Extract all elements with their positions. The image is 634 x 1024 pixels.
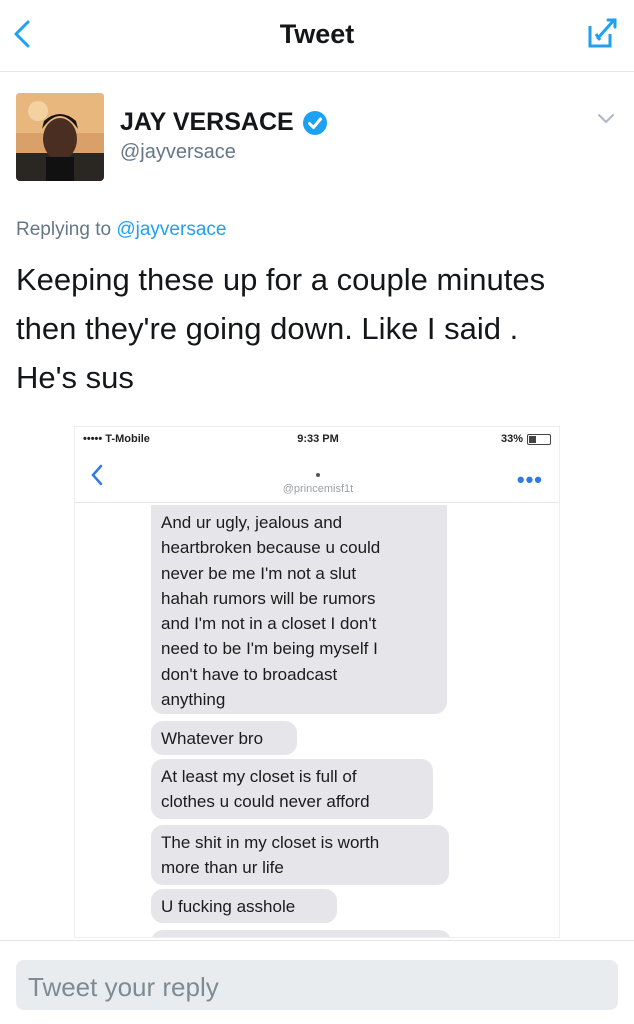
reply-input[interactable]: Tweet your reply — [16, 960, 618, 1010]
attached-screenshot[interactable]: ••••• T-Mobile 9:33 PM 33% @princemisf1t… — [74, 426, 560, 938]
status-time: 9:33 PM — [297, 433, 339, 445]
message-line: And ur ugly, jealous and — [161, 513, 343, 532]
contact-name: @princemisf1t — [282, 483, 354, 495]
reply-placeholder: Tweet your reply — [28, 972, 219, 1002]
message-line: At least my closet is full of — [161, 767, 357, 786]
message-line: and I'm not in a closet I don't — [161, 614, 377, 634]
user-handle[interactable]: @jayversace — [120, 141, 236, 164]
compose-icon[interactable] — [584, 14, 620, 50]
message-line: The shit in my closet is worth — [161, 833, 380, 852]
message-line: hahah rumors will be rumors — [161, 588, 376, 608]
message-line: anything — [161, 690, 226, 710]
tweet-text-line: He's sus — [16, 360, 134, 395]
tweet-text: Keeping these up for a couple minutes th… — [16, 255, 616, 402]
battery-icon — [527, 433, 551, 445]
page-title: Tweet — [279, 19, 355, 49]
verified-badge-icon — [302, 110, 328, 136]
messages-header: @princemisf1t ••• — [75, 451, 559, 503]
navigation-bar: Tweet — [0, 0, 634, 72]
divider — [0, 940, 634, 941]
message-line: Whatever bro — [161, 729, 264, 748]
battery-percent: 33% — [500, 433, 523, 445]
tweet-text-line: Keeping these up for a couple minutes — [16, 262, 546, 297]
avatar[interactable] — [16, 93, 104, 181]
message-line: don't have to broadcast — [161, 664, 338, 684]
replying-prefix: Replying to — [16, 219, 112, 240]
tweet-text-line: then they're going down. Like I said . — [16, 311, 519, 346]
message-line: U fucking asshole — [161, 897, 296, 916]
message-line: heartbroken because u could — [161, 538, 381, 558]
message-bubble: And ur ugly, jealous and heartbroken bec… — [151, 505, 447, 714]
message-bubble-partial — [151, 930, 451, 937]
message-line: more than ur life — [161, 858, 284, 878]
message-line: clothes u could never afford — [161, 792, 370, 812]
message-bubble: At least my closet is full of clothes u … — [151, 759, 433, 819]
phone-status-bar: ••••• T-Mobile 9:33 PM 33% — [75, 427, 559, 451]
more-icon: ••• — [516, 467, 543, 492]
replying-mention-link[interactable]: @jayversace — [116, 219, 226, 240]
chevron-down-icon[interactable] — [596, 112, 616, 126]
contact-avatar-dot — [316, 473, 320, 477]
replying-to: Replying to @jayversace — [16, 219, 226, 241]
message-bubble: Whatever bro — [151, 721, 297, 755]
message-bubble: U fucking asshole — [151, 889, 337, 923]
message-line: never be me I'm not a slut — [161, 563, 357, 583]
message-line: need to be I'm being myself I — [161, 639, 378, 659]
display-name[interactable]: JAY VERSACE — [120, 108, 328, 137]
display-name-text: JAY VERSACE — [120, 108, 294, 136]
battery-indicator: 33% — [501, 433, 551, 445]
message-bubble: The shit in my closet is worth more than… — [151, 825, 449, 885]
